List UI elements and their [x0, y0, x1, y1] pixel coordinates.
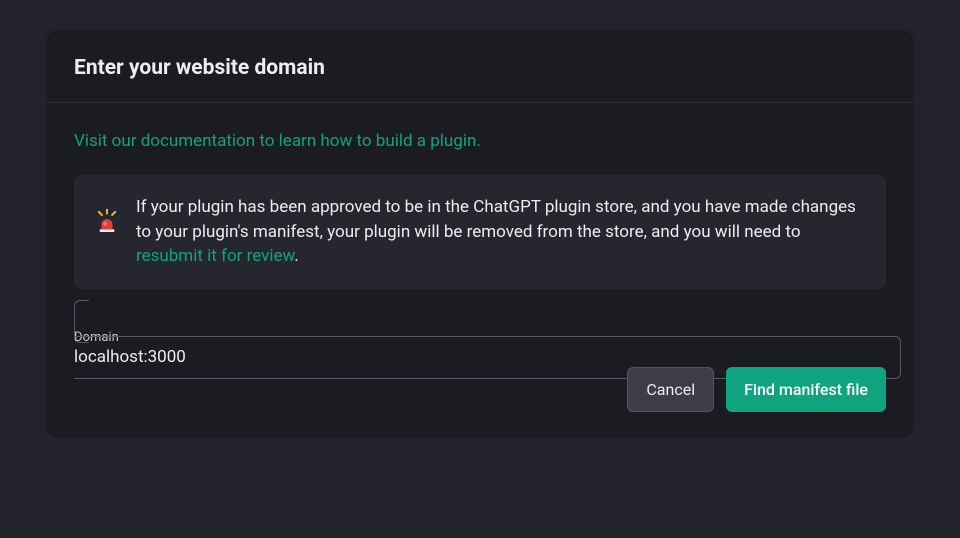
- modal-body: Visit our documentation to learn how to …: [46, 103, 914, 438]
- siren-icon: [96, 209, 118, 233]
- warning-box: If your plugin has been approved to be i…: [74, 175, 886, 289]
- warning-text: If your plugin has been approved to be i…: [136, 195, 864, 269]
- warning-text-after: .: [294, 246, 298, 266]
- modal-title: Enter your website domain: [74, 56, 886, 80]
- cancel-button[interactable]: Cancel: [627, 367, 714, 412]
- domain-modal: Enter your website domain Visit our docu…: [46, 30, 914, 438]
- resubmit-link[interactable]: resubmit it for review: [136, 246, 294, 266]
- domain-input[interactable]: [74, 347, 886, 367]
- find-manifest-button[interactable]: Find manifest file: [726, 367, 886, 412]
- documentation-link[interactable]: Visit our documentation to learn how to …: [74, 131, 481, 151]
- modal-header: Enter your website domain: [46, 30, 914, 103]
- domain-input-label: Domain: [74, 330, 886, 345]
- warning-text-before: If your plugin has been approved to be i…: [136, 197, 856, 242]
